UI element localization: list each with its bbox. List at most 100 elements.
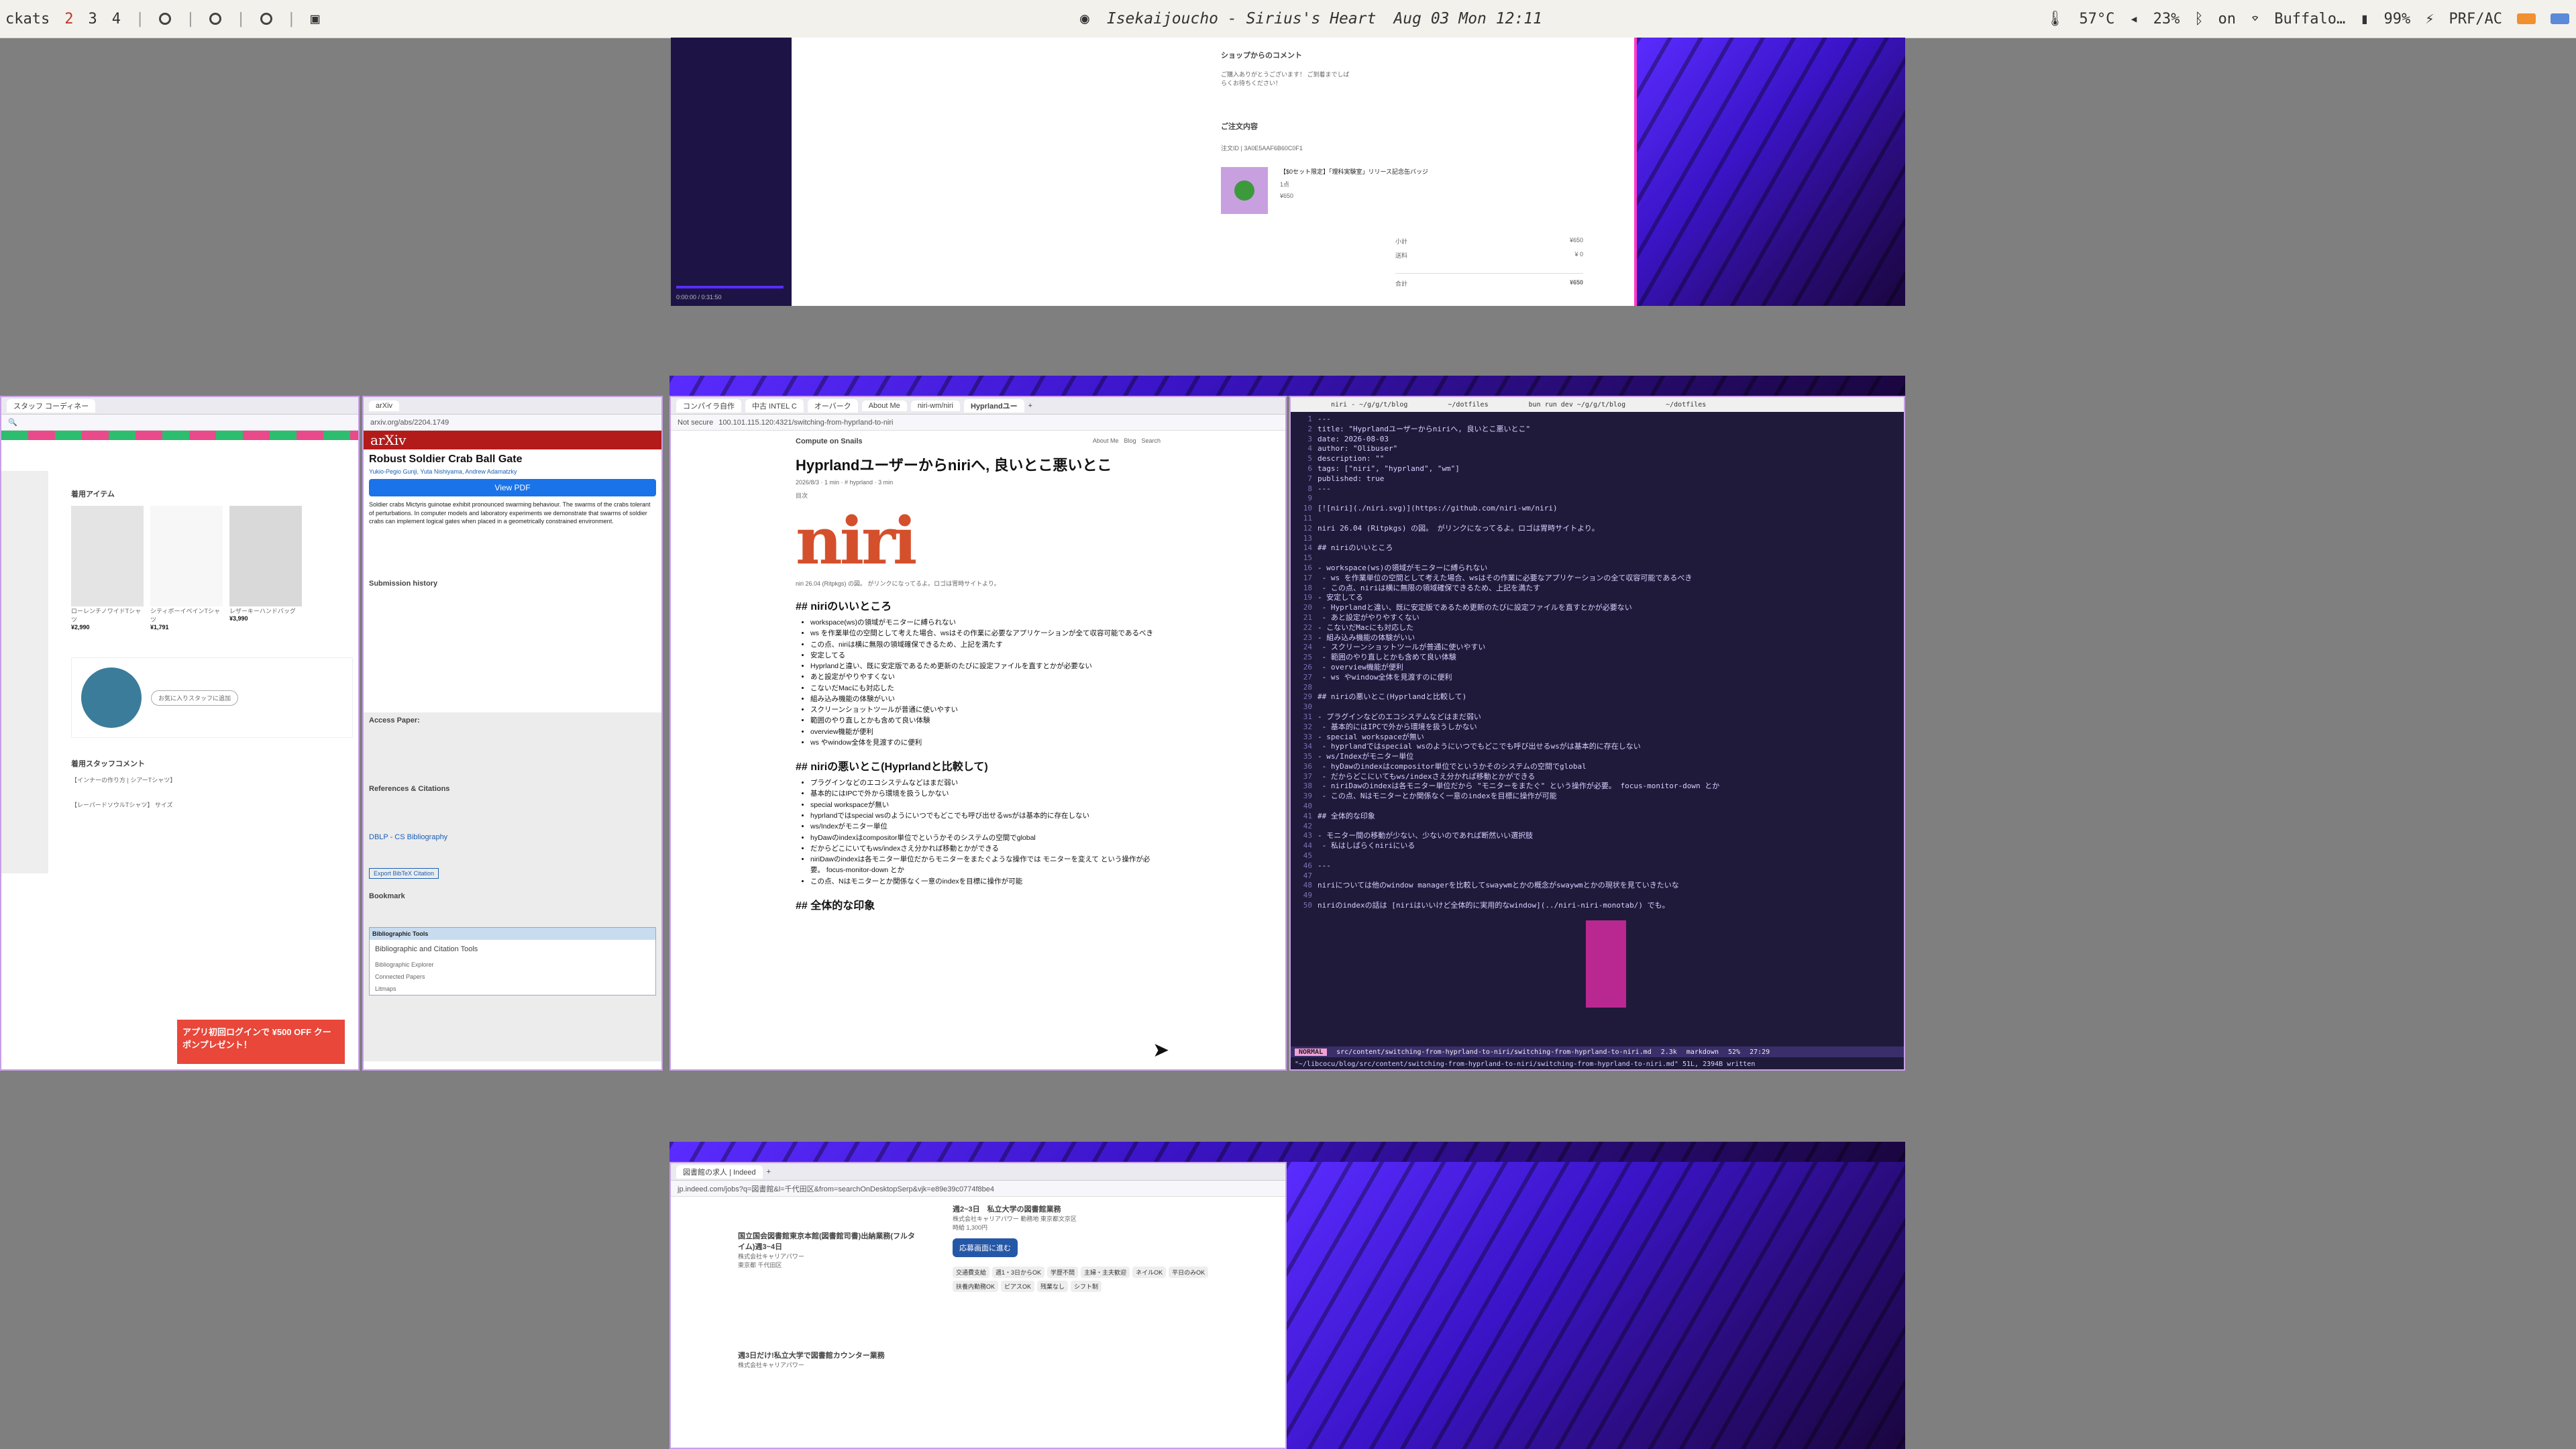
browser-tab[interactable]: オーバーク: [807, 398, 858, 413]
editor-line[interactable]: 46 ---: [1295, 861, 1900, 871]
editor-line[interactable]: 42: [1295, 822, 1900, 832]
workspace-label[interactable]: ckats: [5, 11, 50, 28]
address-bar[interactable]: 🔍: [1, 415, 358, 431]
item-image[interactable]: [71, 506, 144, 606]
editor-line[interactable]: 1 ---: [1295, 415, 1900, 425]
avatar[interactable]: [81, 667, 142, 728]
editor-line[interactable]: 9: [1295, 494, 1900, 504]
item-name[interactable]: ローレンチノワイドTシャツ: [71, 606, 144, 624]
niri-logo[interactable]: niri: [796, 509, 1161, 574]
apply-button[interactable]: 応募画面に進む: [953, 1238, 1018, 1257]
editor-line[interactable]: 16 - workspace(ws)の領域がモニターに縛られない: [1295, 564, 1900, 574]
new-tab-button[interactable]: +: [1028, 402, 1032, 410]
coupon-banner[interactable]: アプリ初回ログインで ¥500 OFF クーポンプレゼント！: [177, 1020, 345, 1064]
site-name[interactable]: Compute on Snails: [796, 437, 863, 445]
bluetooth-status[interactable]: on: [2218, 11, 2237, 28]
volume-icon[interactable]: ◂: [2129, 11, 2138, 28]
job-title-1[interactable]: 国立国会図書館東京本館(図書館司書)出納業務(フルタイム)週3~4日: [738, 1230, 919, 1252]
editor-line[interactable]: 22 - こないだMacにも対応した: [1295, 623, 1900, 633]
tray-app-icon[interactable]: [209, 13, 222, 25]
workspace-4[interactable]: 4: [112, 11, 121, 28]
editor-line[interactable]: 36 - hyDawのindexはcompositor単位でというかそのシステム…: [1295, 762, 1900, 772]
editor-line[interactable]: 13: [1295, 534, 1900, 544]
power-profile[interactable]: PRF/AC: [2449, 11, 2502, 28]
tray-icon-orange[interactable]: [2517, 13, 2536, 24]
editor-line[interactable]: 21 - あと設定がやりやすくない: [1295, 613, 1900, 623]
job-title-2[interactable]: 週3日だけ!私立大学で図書館カウンター業務: [738, 1350, 919, 1360]
nav-blog[interactable]: Blog: [1124, 437, 1136, 445]
item-name[interactable]: シティボーイペインTシャツ: [150, 606, 223, 624]
item-card[interactable]: ローレンチノワイドTシャツ ¥2,990: [71, 506, 144, 631]
editor-line[interactable]: 4 author: "Olibuser": [1295, 444, 1900, 454]
shop-order-window[interactable]: ショップからのコメント ご購入ありがとうございます！ ご到着までしばらくお待ちく…: [792, 38, 1637, 306]
browser-tab[interactable]: 図書館の求人 | Indeed: [676, 1165, 763, 1179]
editor-line[interactable]: 2 title: "Hyprlandユーザーからniriへ, 良いとこ悪いとこ": [1295, 425, 1900, 435]
media-icon[interactable]: ◉: [1080, 10, 1089, 28]
bib-tool-toggle[interactable]: Litmaps: [370, 983, 655, 995]
editor-line[interactable]: 44 - 私はしばらくniriにいる: [1295, 841, 1900, 851]
editor-line[interactable]: 28: [1295, 683, 1900, 693]
editor-line[interactable]: 11: [1295, 514, 1900, 524]
new-tab-button[interactable]: +: [767, 1168, 771, 1176]
editor-line[interactable]: 17 - ws を作業単位の空間として考えた場合、wsはその作業に必要なアプリケ…: [1295, 574, 1900, 584]
editor-line[interactable]: 15: [1295, 553, 1900, 564]
editor-line[interactable]: 30: [1295, 702, 1900, 712]
editor-line[interactable]: 47: [1295, 871, 1900, 881]
follow-staff-button[interactable]: お気に入りスタッフに追加: [151, 690, 239, 706]
editor-line[interactable]: 43 - モニター間の移動が少ない、少ないのであれば断然いい選択肢: [1295, 831, 1900, 841]
browser-tab[interactable]: コンパイラ自作: [676, 398, 741, 413]
editor-line[interactable]: 23 - 組み込み機能の体験がいい: [1295, 633, 1900, 643]
item-image[interactable]: [229, 506, 302, 606]
editor-line[interactable]: 39 - この点、Nはモニターとか関係なく一意のindexを目標に操作が可能: [1295, 792, 1900, 802]
editor-line[interactable]: 7 published: true: [1295, 474, 1900, 484]
editor-line[interactable]: 27 - ws やwindow全体を見渡すのに便利: [1295, 673, 1900, 683]
editor-line[interactable]: 5 description: "": [1295, 454, 1900, 464]
product-thumbnail[interactable]: [1221, 167, 1268, 214]
item-card[interactable]: レザーキーハンドバッグ ¥3,990: [229, 506, 302, 631]
bluetooth-icon[interactable]: ᛒ: [2194, 11, 2203, 28]
item-name[interactable]: レザーキーハンドバッグ: [229, 606, 302, 615]
tray-app-icon[interactable]: [159, 13, 172, 25]
tray-window-icon[interactable]: ▣: [311, 11, 319, 28]
editor-line[interactable]: 50 niriのindexの話は [niriはいいけど全体的に実用的なwindow…: [1295, 901, 1900, 911]
product-name[interactable]: 【$0セット限定】「理科実験室」リリース記念缶バッジ: [1280, 167, 1428, 176]
now-playing[interactable]: Isekaijoucho - Sirius's Heart: [1107, 10, 1377, 28]
editor-line[interactable]: 48 niriについては他のwindow managerを比較してswaywmとか…: [1295, 881, 1900, 891]
export-bibtex-button[interactable]: Export BibTeX Citation: [369, 868, 439, 879]
video-player-window[interactable]: 0:00:00 / 0:31:50: [671, 38, 792, 306]
editor-line[interactable]: 41 ## 全体的な印象: [1295, 812, 1900, 822]
item-image[interactable]: [150, 506, 223, 606]
editor-line[interactable]: 45: [1295, 851, 1900, 861]
main-product-photo[interactable]: [1, 471, 48, 873]
editor-line[interactable]: 29 ## niriの悪いとこ(Hyprlandと比較して): [1295, 692, 1900, 702]
editor-line[interactable]: 31 - プラグインなどのエコシステムなどはまだ弱い: [1295, 712, 1900, 722]
terminal-window[interactable]: niri - ~/g/g/t/blog ~/dotfiles bun run d…: [1289, 396, 1905, 1071]
browser-tab[interactable]: niri-wm/niri: [910, 400, 960, 411]
editor-line[interactable]: 8 ---: [1295, 484, 1900, 494]
editor-line[interactable]: 40: [1295, 802, 1900, 812]
editor-line[interactable]: 38 - niriDawのindexは各モニター単位だから "モニターをまたぐ"…: [1295, 782, 1900, 792]
bib-tool-toggle[interactable]: Bibliographic Explorer: [370, 959, 655, 971]
editor-line[interactable]: 20 - Hyprlandと違い、既に安定版であるため更新のたびに設定ファイルを…: [1295, 603, 1900, 613]
job-company-2[interactable]: 株式会社キャリアパワー: [738, 1360, 919, 1369]
browser-tab[interactable]: About Me: [861, 400, 907, 411]
bib-tools-tab[interactable]: Bibliographic Tools: [370, 928, 655, 940]
nav-search[interactable]: Search: [1141, 437, 1161, 445]
view-pdf-button[interactable]: View PDF: [369, 479, 656, 496]
editor-line[interactable]: 10 [![niri](./niri.svg)](https://github.c…: [1295, 504, 1900, 514]
power-profile-icon[interactable]: ⚡: [2425, 11, 2434, 28]
nav-about[interactable]: About Me: [1093, 437, 1119, 445]
browser-tab[interactable]: スタッフ コーディネー: [7, 398, 96, 413]
workspace-2[interactable]: 2: [64, 11, 73, 28]
promo-banner[interactable]: [1, 431, 358, 440]
address-bar[interactable]: Not secure 100.101.115.120:4321/switching…: [671, 415, 1285, 431]
workspace-3[interactable]: 3: [88, 11, 97, 28]
editor-line[interactable]: 49: [1295, 891, 1900, 901]
editor-line[interactable]: 35 - ws/Indexがモニター単位: [1295, 752, 1900, 762]
terminal-tab[interactable]: bun run dev ~/g/g/t/blog: [1529, 401, 1626, 409]
video-progress-bar[interactable]: [676, 286, 784, 288]
editor-line[interactable]: 26 - overview機能が便利: [1295, 663, 1900, 673]
editor-line[interactable]: 34 - hyprlandではspecial wsのようにいつでもどこでも呼び出…: [1295, 742, 1900, 752]
arxiv-window[interactable]: arXiv arxiv.org/abs/2204.1749 arXiv Robu…: [362, 396, 663, 1071]
zozo-shop-window[interactable]: スタッフ コーディネー 🔍 着用アイテム ローレンチノワイドTシャツ ¥2,990…: [0, 396, 360, 1071]
